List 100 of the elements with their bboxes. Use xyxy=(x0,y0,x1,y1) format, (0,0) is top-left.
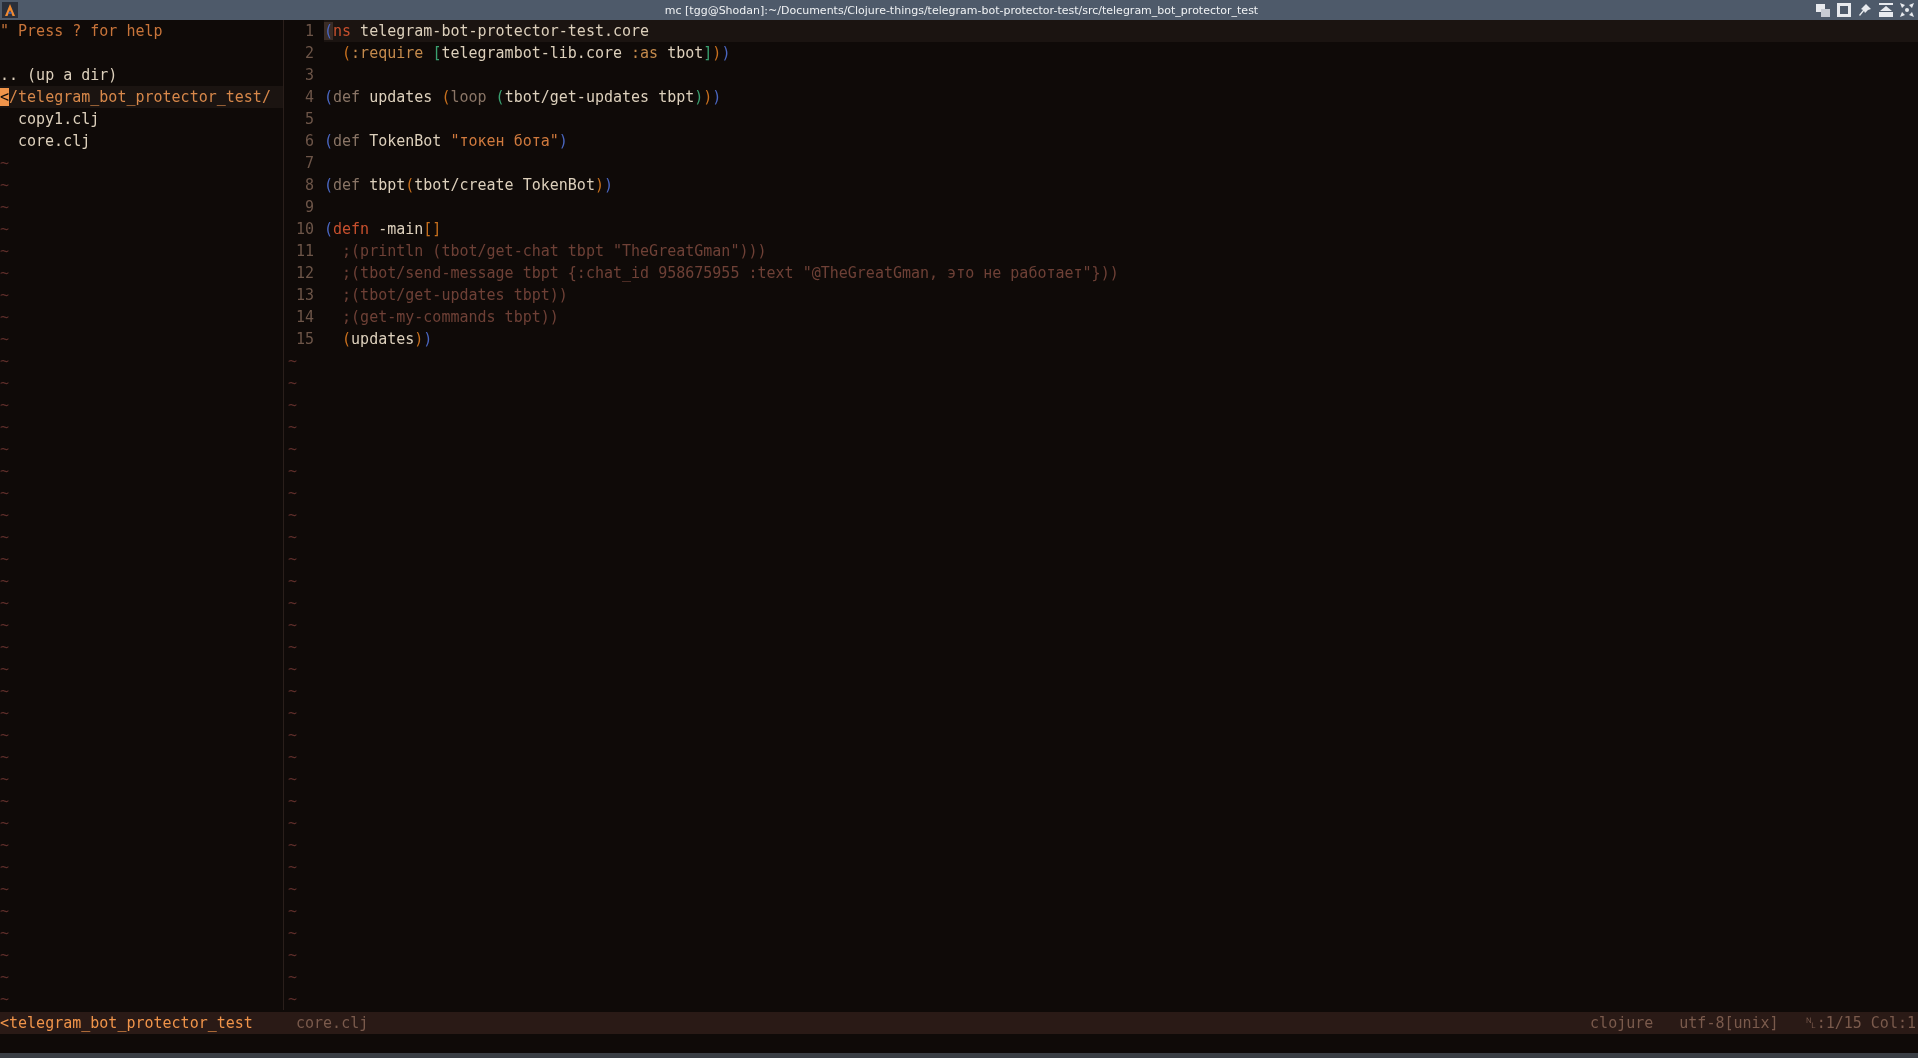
filler-tilde: ~ xyxy=(287,461,298,482)
filler-tilde: ~ xyxy=(0,835,10,856)
filler-tilde: ~ xyxy=(287,989,298,1010)
filler-tilde: ~ xyxy=(0,527,10,548)
code-line: ;(println (tbot/get-chat tbpt "TheGreatGman"))) xyxy=(341,241,767,262)
filler-tilde: ~ xyxy=(0,395,10,416)
code-line: ;(tbot/get-updates tbpt)) xyxy=(341,285,568,306)
window-title: mc [tgg@Shodan]:~/Documents/Clojure-things/telegram-bot-protector-test/src/telegram_bot_protector_test xyxy=(663,3,1260,17)
filler-tilde: ~ xyxy=(287,967,298,988)
code-line: (ns telegram-bot-protector-test.core xyxy=(324,21,650,42)
line-number: 9 xyxy=(303,197,315,218)
filler-tilde: ~ xyxy=(0,483,10,504)
overlapping-squares-icon[interactable] xyxy=(1815,2,1831,18)
code-line: (defn -main[] xyxy=(324,219,442,240)
filler-tilde: ~ xyxy=(287,923,298,944)
filler-tilde: ~ xyxy=(0,505,10,526)
filler-tilde: ~ xyxy=(287,835,298,856)
filler-tilde: ~ xyxy=(0,923,10,944)
status-directory: <telegram_bot_protector_test xyxy=(0,1013,254,1034)
line-number: 8 xyxy=(303,175,315,196)
status-position: ␤:1/15 Col:1 xyxy=(1804,1013,1917,1034)
filler-tilde: ~ xyxy=(0,989,10,1010)
code-line: (def TokenBot "токен бота") xyxy=(324,131,568,152)
filler-tilde: ~ xyxy=(0,659,10,680)
tree-item[interactable]: copy1.clj xyxy=(0,108,100,130)
filler-tilde: ~ xyxy=(0,901,10,922)
code-line: (def tbpt(tbot/create TokenBot)) xyxy=(324,175,613,196)
filler-tilde: ~ xyxy=(0,373,10,394)
filler-tilde: ~ xyxy=(0,219,10,240)
shade-icon[interactable] xyxy=(1878,2,1894,18)
filler-tilde: ~ xyxy=(287,901,298,922)
line-number: 13 xyxy=(294,285,315,306)
filler-tilde: ~ xyxy=(287,373,298,394)
filler-tilde: ~ xyxy=(0,175,10,196)
tree-item[interactable]: core.clj xyxy=(0,130,91,152)
line-number: 6 xyxy=(303,131,315,152)
filler-tilde: ~ xyxy=(287,857,298,878)
filler-tilde: ~ xyxy=(0,637,10,658)
filler-tilde: ~ xyxy=(287,571,298,592)
line-number: 15 xyxy=(294,329,315,350)
code-line: ;(tbot/send-message tbpt {:chat_id 958675955 :text "@TheGreatGman, это не работает"})) xyxy=(341,263,1119,284)
code-line: (def updates (loop (tbot/get-updates tbpt))) xyxy=(324,87,722,108)
filler-tilde: ~ xyxy=(287,791,298,812)
filler-tilde: ~ xyxy=(287,879,298,900)
filler-tilde: ~ xyxy=(287,945,298,966)
line-number: 3 xyxy=(303,65,315,86)
filler-tilde: ~ xyxy=(287,395,298,416)
line-number: 10 xyxy=(294,219,315,240)
filler-tilde: ~ xyxy=(287,549,298,570)
filler-tilde: ~ xyxy=(0,263,10,284)
filler-tilde: ~ xyxy=(0,681,10,702)
filler-tilde: ~ xyxy=(287,439,298,460)
filler-tilde: ~ xyxy=(0,945,10,966)
filler-tilde: ~ xyxy=(287,593,298,614)
filler-tilde: ~ xyxy=(0,703,10,724)
pin-icon[interactable] xyxy=(1857,2,1873,18)
filler-tilde: ~ xyxy=(287,769,298,790)
filler-tilde: ~ xyxy=(287,703,298,724)
filler-tilde: ~ xyxy=(287,725,298,746)
filler-tilde: ~ xyxy=(0,153,10,174)
filler-tilde: ~ xyxy=(287,417,298,438)
filler-tilde: ~ xyxy=(0,241,10,262)
filler-tilde: ~ xyxy=(287,351,298,372)
filler-tilde: ~ xyxy=(0,197,10,218)
line-number: 2 xyxy=(303,43,315,64)
line-number: 4 xyxy=(303,87,315,108)
line-number: 5 xyxy=(303,109,315,130)
filler-tilde: ~ xyxy=(287,505,298,526)
code-line: ;(get-my-commands tbpt)) xyxy=(341,307,559,328)
filler-tilde: ~ xyxy=(0,549,10,570)
line-number: 11 xyxy=(294,241,315,262)
filler-tilde: ~ xyxy=(287,527,298,548)
line-number: 7 xyxy=(303,153,315,174)
filler-tilde: ~ xyxy=(0,769,10,790)
filler-tilde: ~ xyxy=(287,637,298,658)
filler-tilde: ~ xyxy=(0,747,10,768)
filler-tilde: ~ xyxy=(0,329,10,350)
frame-icon[interactable] xyxy=(1836,2,1852,18)
help-hint: " Press ? for help xyxy=(0,21,163,42)
line-number: 14 xyxy=(294,307,315,328)
filler-tilde: ~ xyxy=(287,681,298,702)
filler-tilde: ~ xyxy=(0,725,10,746)
filler-tilde: ~ xyxy=(0,461,10,482)
app-icon[interactable] xyxy=(2,2,18,18)
arrows-icon[interactable] xyxy=(1899,2,1915,18)
filler-tilde: ~ xyxy=(0,615,10,636)
filler-tilde: ~ xyxy=(0,439,10,460)
filler-tilde: ~ xyxy=(0,307,10,328)
line-number: 12 xyxy=(294,263,315,284)
filler-tilde: ~ xyxy=(0,879,10,900)
filler-tilde: ~ xyxy=(0,417,10,438)
filler-tilde: ~ xyxy=(287,813,298,834)
line-number: 1 xyxy=(284,20,324,42)
filler-tilde: ~ xyxy=(287,615,298,636)
tree-item[interactable]: .. (up a dir) xyxy=(0,64,118,86)
filler-tilde: ~ xyxy=(287,483,298,504)
filler-tilde: ~ xyxy=(0,791,10,812)
filler-tilde: ~ xyxy=(0,351,10,372)
filler-tilde: ~ xyxy=(0,593,10,614)
status-file-name: core.clj xyxy=(296,1013,369,1034)
